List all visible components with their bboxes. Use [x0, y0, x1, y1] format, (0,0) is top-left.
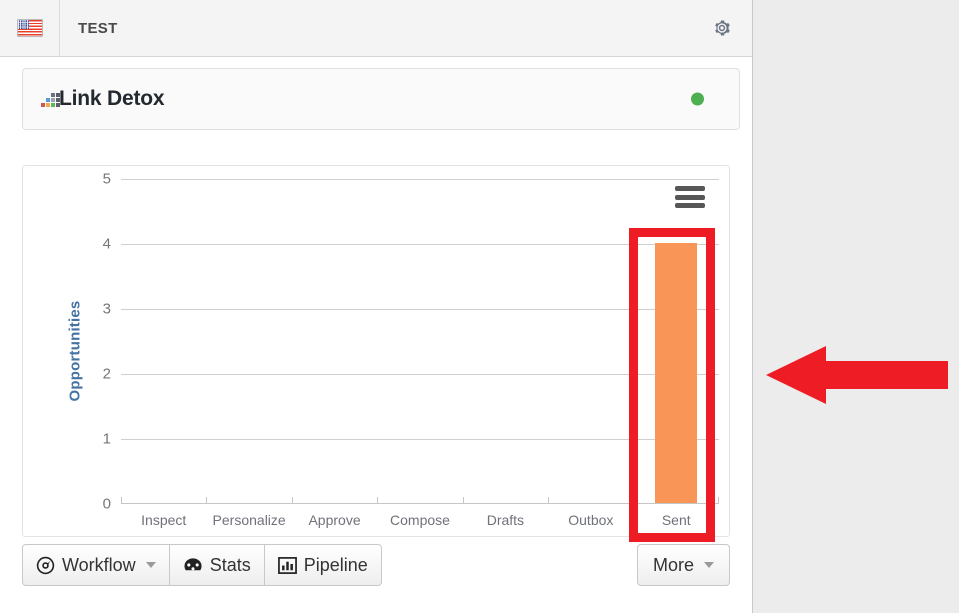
- page-title: TEST: [78, 19, 118, 37]
- chart-category-approve[interactable]: Approve: [291, 179, 377, 528]
- chart-category-inspect[interactable]: Inspect: [121, 179, 206, 528]
- chart-category-compose[interactable]: Compose: [377, 179, 462, 528]
- app-panel: TEST Link Detox Opportunities 0 1 2 3 4 …: [0, 0, 753, 613]
- more-button[interactable]: More: [636, 544, 730, 586]
- y-axis-tick-label: 3: [102, 300, 111, 318]
- compass-icon: [36, 556, 55, 575]
- chart-y-axis-title: Opportunities: [66, 300, 84, 402]
- chart-plot-area: 0 1 2 3 4 5 Inspect Personalize Approve Compose D…: [103, 171, 720, 528]
- chart-category-drafts[interactable]: Drafts: [462, 179, 548, 528]
- gridline: [121, 504, 719, 505]
- toolbar-button-group: Workflow Stats Pipeline: [22, 544, 382, 586]
- chevron-down-icon: [704, 562, 714, 568]
- workflow-button[interactable]: Workflow: [22, 544, 170, 586]
- chevron-down-icon: [145, 562, 156, 568]
- x-axis-tick-label: Sent: [661, 512, 691, 528]
- bar-chart-icon: [277, 556, 297, 575]
- brand-name: Link Detox: [59, 87, 165, 110]
- x-axis-tick-label: Approve: [308, 512, 361, 528]
- y-axis-tick-label: 4: [102, 235, 111, 253]
- y-axis-tick-label: 1: [102, 430, 111, 448]
- pipeline-button-label: Pipeline: [303, 554, 368, 575]
- us-flag-icon: [16, 19, 43, 37]
- app-header: TEST: [0, 0, 752, 57]
- workflow-button-label: Workflow: [62, 554, 136, 575]
- x-axis-tick-label: Inspect: [141, 512, 187, 528]
- chart-bars: Inspect Personalize Approve Compose Drafts Ou…: [121, 179, 720, 528]
- chart-category-sent[interactable]: Sent: [633, 179, 720, 528]
- x-axis-tick-label: Personalize: [212, 512, 286, 528]
- link-detox-logo-icon: [41, 92, 60, 107]
- y-axis-tick-label: 5: [102, 170, 111, 188]
- bottom-toolbar: Workflow Stats Pipeline More: [22, 544, 730, 590]
- stats-button-label: Stats: [209, 554, 251, 575]
- flag-cell[interactable]: [0, 0, 60, 57]
- chart-x-axis-line: [121, 503, 719, 504]
- bar-sent[interactable]: [655, 243, 698, 503]
- chart-plot-container: Opportunities 0 1 2 3 4 5 Inspect Personalize A…: [23, 166, 729, 536]
- red-left-arrow: [766, 346, 948, 404]
- y-axis-tick-label: 0: [102, 495, 111, 513]
- dashboard-icon: [183, 556, 203, 575]
- status-dot-green: [691, 92, 704, 106]
- stats-button[interactable]: Stats: [168, 544, 265, 586]
- chart-category-outbox[interactable]: Outbox: [548, 179, 633, 528]
- opportunities-chart-card: Opportunities 0 1 2 3 4 5 Inspect Personalize A…: [22, 165, 730, 537]
- y-axis-tick-label: 2: [102, 365, 111, 383]
- pipeline-button[interactable]: Pipeline: [263, 544, 382, 586]
- x-axis-tick-label: Compose: [390, 512, 450, 528]
- x-axis-tick-label: Drafts: [486, 512, 525, 528]
- x-axis-tick-label: Outbox: [568, 512, 614, 528]
- more-button-label: More: [652, 554, 694, 575]
- brand-bar[interactable]: Link Detox: [22, 68, 740, 130]
- gear-icon[interactable]: [712, 18, 732, 38]
- chart-category-personalize[interactable]: Personalize: [206, 179, 291, 528]
